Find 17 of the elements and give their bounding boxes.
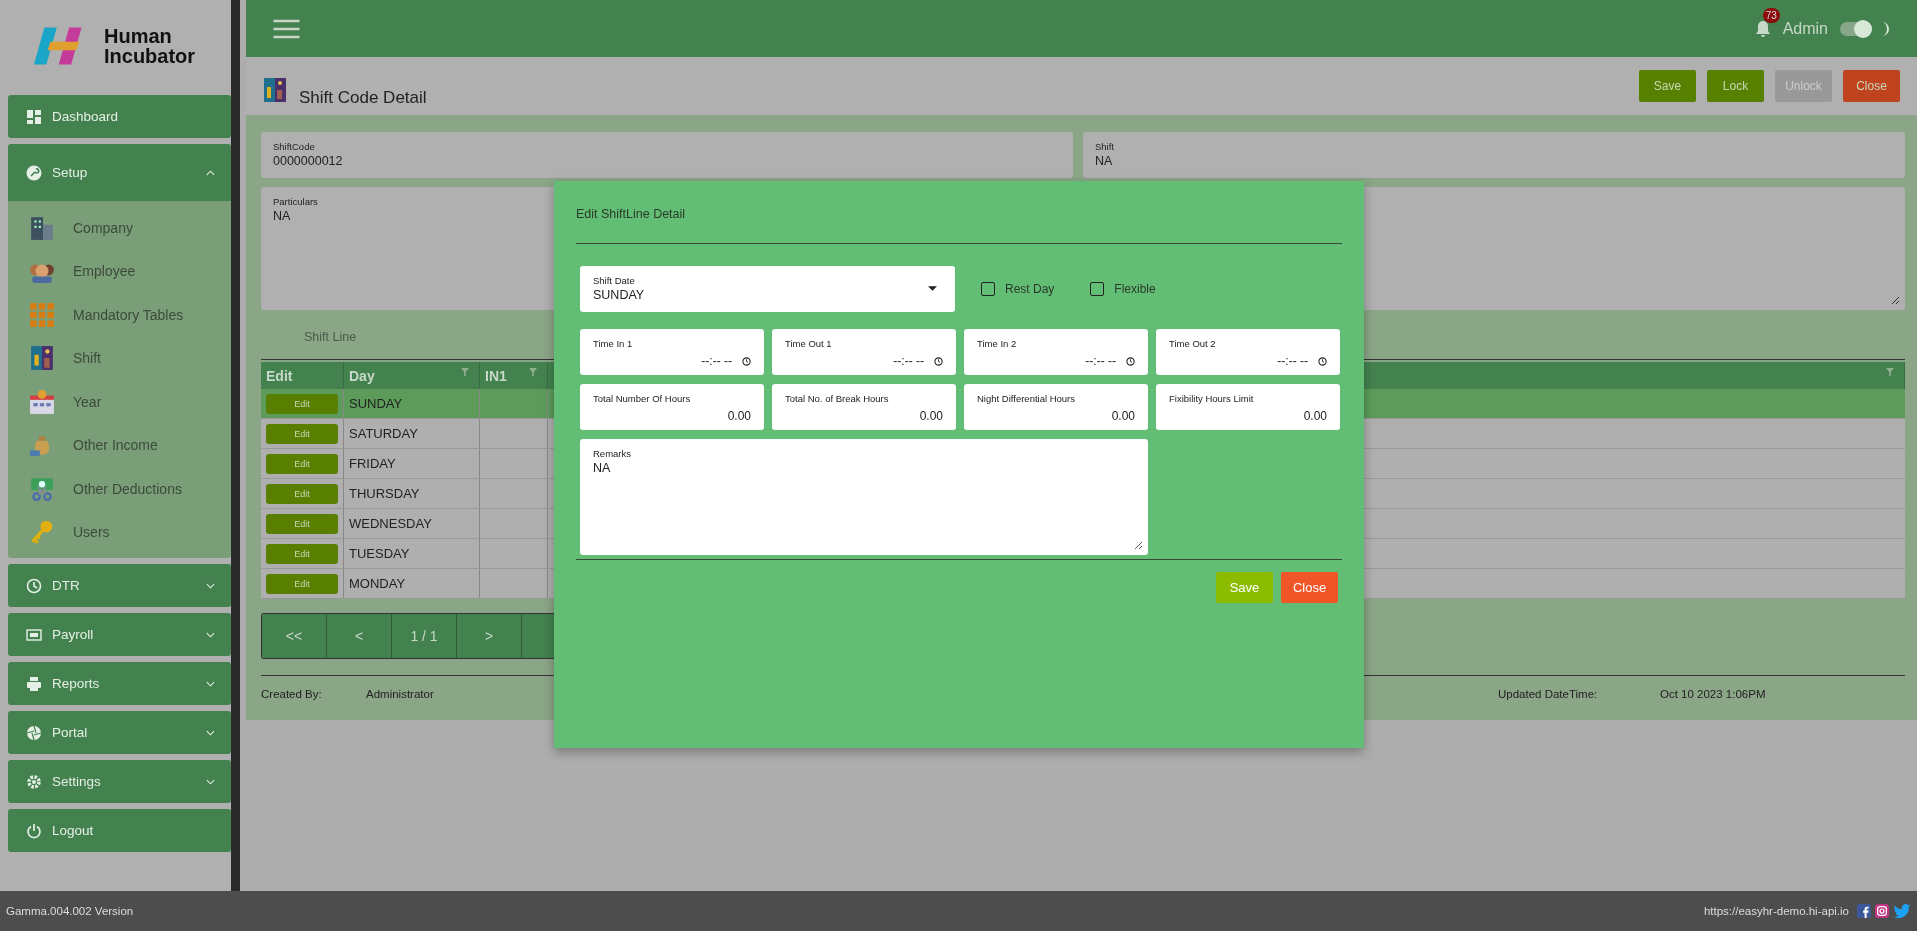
notification-count: 73	[1762, 7, 1780, 23]
table-cell: MONDAY	[343, 568, 480, 599]
table-cell: THURSDAY	[343, 478, 480, 509]
page-title: Shift Code Detail	[299, 88, 427, 108]
table-cell: TUESDAY	[343, 538, 480, 569]
created-by-value: Administrator	[366, 688, 434, 700]
dialog-title: Edit ShiftLine Detail	[576, 206, 687, 223]
updated-label: Updated DateTime:	[1498, 688, 1599, 700]
table-cell: SUNDAY	[343, 389, 480, 419]
version-text: Gamma.004.002 Version	[6, 905, 134, 917]
created-by-label: Created By:	[261, 688, 323, 700]
section-title: Shift Line	[304, 330, 357, 344]
table-cell: FRIDAY	[343, 448, 480, 479]
brand-name: Human Incubator	[104, 26, 197, 66]
table-cell: SATURDAY	[343, 418, 480, 449]
table-cell: WEDNESDAY	[343, 508, 480, 539]
updated-value: Oct 10 2023 1:06PM	[1660, 688, 1767, 700]
